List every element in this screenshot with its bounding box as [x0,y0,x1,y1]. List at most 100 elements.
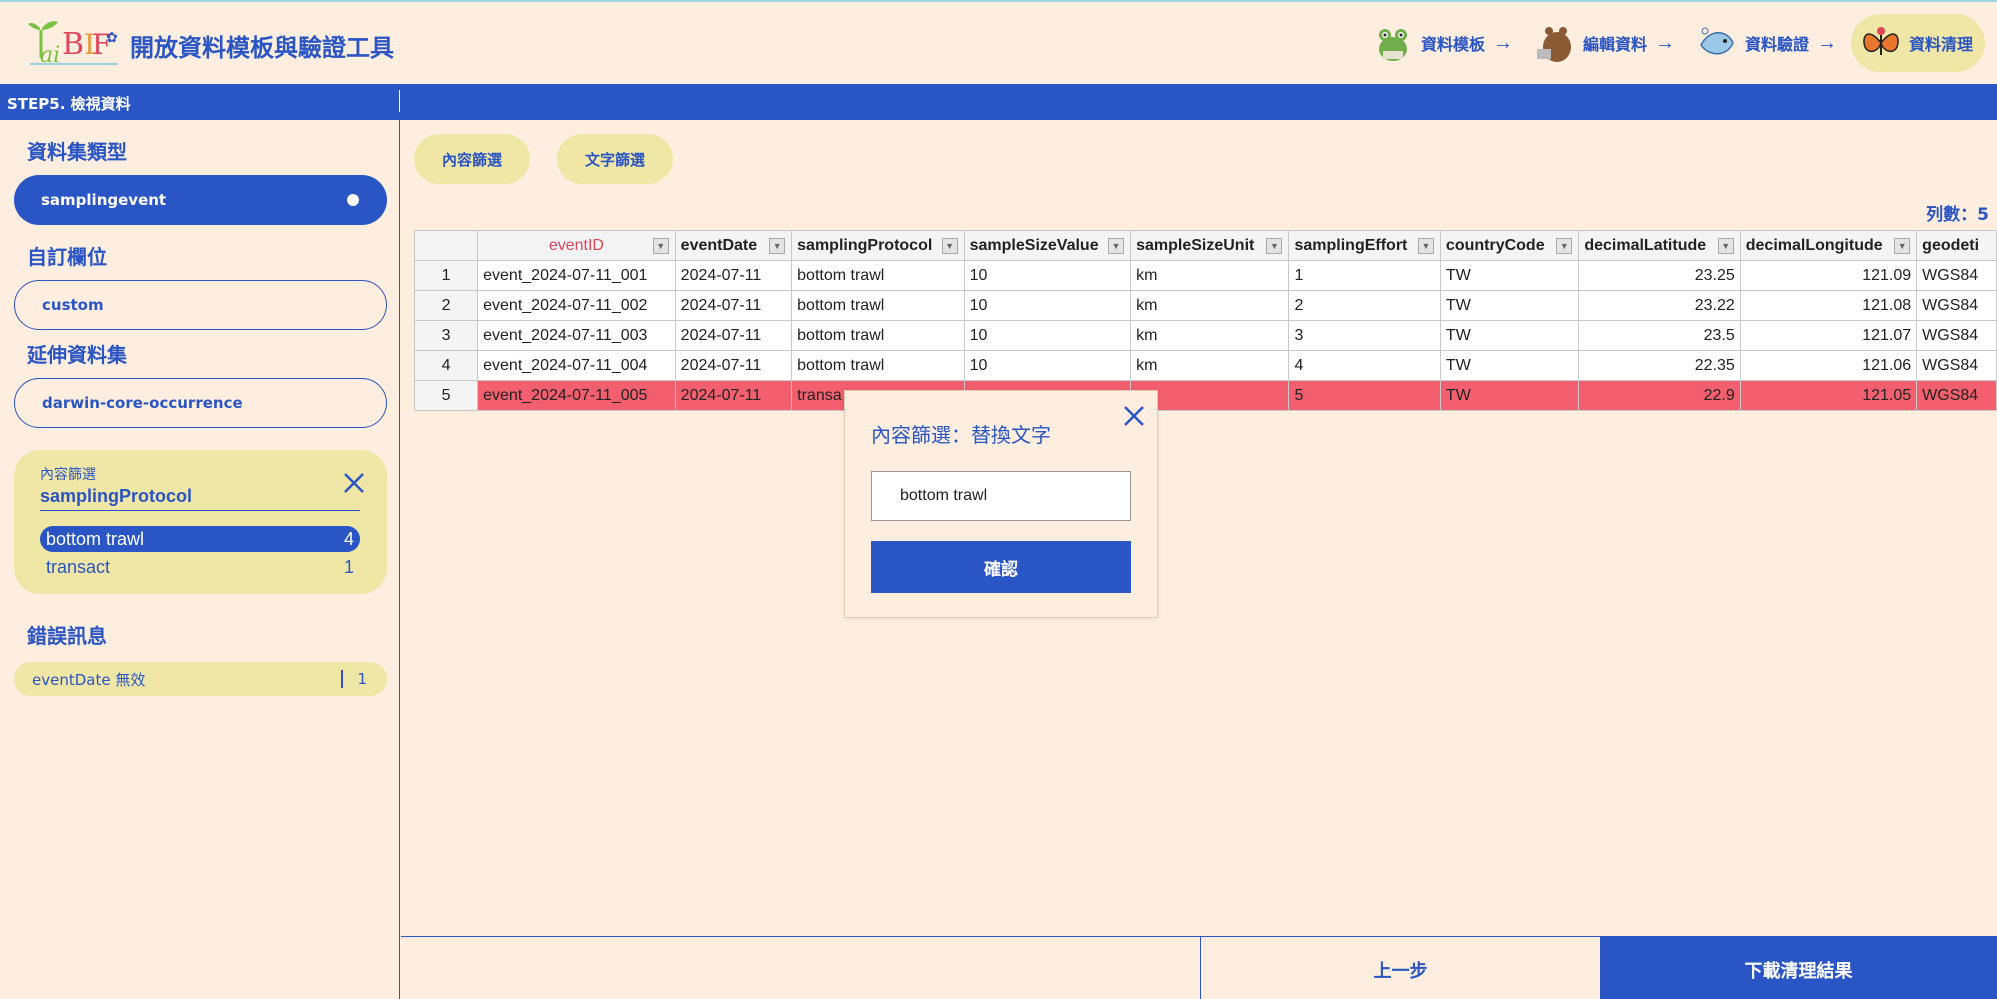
column-header-samplingEffort[interactable]: samplingEffort ▼ [1288,230,1441,261]
filter-option[interactable]: transact 1 [40,554,360,580]
custom-fields-item[interactable]: custom [14,280,387,330]
dropdown-icon[interactable]: ▼ [941,238,958,254]
dropdown-icon[interactable]: ▼ [1717,238,1734,254]
column-header-label: sampleSizeValue [969,236,1099,254]
step-navigation: 資料模板 → 編輯資料 → 資料驗證 → 資料清理 [1365,14,1985,72]
table-cell[interactable]: 22.35 [1578,350,1741,381]
dropdown-icon[interactable]: ▼ [1556,238,1573,254]
row-number-header [413,230,479,261]
table-cell[interactable]: 23.22 [1578,290,1741,321]
column-header-decimalLongitude[interactable]: decimalLongitude ▼ [1739,230,1918,261]
column-header-sampleSizeValue[interactable]: sampleSizeValue ▼ [963,230,1132,261]
step-validate[interactable]: 資料驗證 → [1689,14,1851,72]
dropdown-icon[interactable]: ▼ [1108,238,1125,254]
table-cell[interactable]: km [1130,320,1290,351]
previous-step-button[interactable]: 上一步 [1200,937,1600,999]
table-cell[interactable]: 2024-07-11 [674,380,793,411]
table-cell[interactable]: 1 [1288,260,1441,291]
taibif-logo[interactable]: ai B I F ✿ [26,14,122,70]
table-cell[interactable]: bottom trawl [791,260,965,291]
table-cell[interactable]: 22.9 [1578,380,1741,411]
extension-item[interactable]: darwin-core-occurrence [14,378,387,428]
table-row[interactable]: 2 event_2024-07-11_002 2024-07-11 bottom… [413,290,1997,321]
table-cell[interactable]: 2024-07-11 [674,320,793,351]
dropdown-icon[interactable]: ▼ [1894,238,1911,254]
table-cell[interactable]: bottom trawl [791,290,965,321]
column-header-geodetic[interactable]: geodeti [1916,230,1997,261]
confirm-button[interactable]: 確認 [871,541,1131,593]
table-cell[interactable]: 2024-07-11 [674,260,793,291]
dropdown-icon[interactable]: ▼ [1266,238,1283,254]
table-cell[interactable]: TW [1439,350,1580,381]
column-header-samplingProtocol[interactable]: samplingProtocol ▼ [791,230,965,261]
dataset-type-samplingevent[interactable]: samplingevent [14,175,387,225]
extension-label: darwin-core-occurrence [42,394,243,412]
table-cell[interactable]: km [1130,350,1290,381]
column-header-eventDate[interactable]: eventDate ▼ [674,230,793,261]
table-header-row: eventID ▼ eventDate ▼ samplingProtocol ▼… [413,230,1997,261]
table-cell[interactable]: 121.09 [1739,260,1918,291]
table-cell[interactable]: 121.05 [1739,380,1918,411]
table-row-error[interactable]: 5 event_2024-07-11_005 2024-07-11 transa… [413,380,1997,411]
table-cell[interactable]: WGS84 [1916,260,1997,291]
table-cell[interactable]: 121.07 [1739,320,1918,351]
table-cell[interactable]: bottom trawl [791,320,965,351]
table-cell[interactable]: bottom trawl [791,350,965,381]
table-cell[interactable]: WGS84 [1916,290,1997,321]
replace-text-input[interactable] [871,471,1131,521]
table-cell[interactable]: TW [1439,260,1580,291]
table-cell[interactable]: event_2024-07-11_004 [477,350,676,381]
table-cell[interactable]: 23.25 [1578,260,1741,291]
step-template[interactable]: 資料模板 → [1365,14,1527,72]
table-cell[interactable]: 2 [1288,290,1441,321]
table-cell[interactable]: km [1130,260,1290,291]
table-cell[interactable]: 10 [963,290,1132,321]
table-cell[interactable]: 23.5 [1578,320,1741,351]
table-cell[interactable]: 10 [963,320,1132,351]
app-header: ai B I F ✿ 開放資料模板與驗證工具 資料模板 → 編輯資料 → 資料驗… [0,2,1997,82]
table-cell[interactable]: event_2024-07-11_001 [477,260,676,291]
content-filter-card: 內容篩選 samplingProtocol bottom trawl 4 tra… [14,450,387,594]
table-cell[interactable]: TW [1439,320,1580,351]
table-row[interactable]: 1 event_2024-07-11_001 2024-07-11 bottom… [413,260,1997,291]
table-cell[interactable]: 121.08 [1739,290,1918,321]
table-cell[interactable]: event_2024-07-11_002 [477,290,676,321]
column-header-decimalLatitude[interactable]: decimalLatitude ▼ [1578,230,1741,261]
step-clean[interactable]: 資料清理 [1850,14,1985,72]
table-cell[interactable]: 4 [1288,350,1441,381]
table-cell[interactable]: 5 [1288,380,1441,411]
table-cell[interactable]: km [1130,290,1290,321]
table-cell[interactable]: 10 [963,260,1132,291]
step-label: 資料模板 [1420,35,1485,54]
content-filter-button[interactable]: 內容篩選 [414,134,530,184]
close-icon[interactable] [343,472,365,494]
column-header-eventID[interactable]: eventID ▼ [477,230,676,261]
table-row[interactable]: 3 event_2024-07-11_003 2024-07-11 bottom… [413,320,1997,351]
dropdown-icon[interactable]: ▼ [1417,238,1434,254]
close-icon[interactable] [1123,405,1145,427]
dropdown-icon[interactable]: ▼ [769,238,786,254]
table-cell[interactable]: 10 [963,350,1132,381]
column-header-label: samplingProtocol [797,236,933,254]
table-cell[interactable]: 2024-07-11 [674,290,793,321]
table-cell[interactable]: TW [1439,290,1580,321]
table-cell[interactable]: 2024-07-11 [674,350,793,381]
filter-option[interactable]: bottom trawl 4 [40,526,360,552]
table-cell[interactable]: 3 [1288,320,1441,351]
table-cell[interactable]: WGS84 [1916,380,1997,411]
table-cell[interactable]: 121.06 [1739,350,1918,381]
table-cell[interactable]: TW [1439,380,1580,411]
step-edit[interactable]: 編輯資料 → [1527,14,1689,72]
table-cell[interactable]: event_2024-07-11_005 [477,380,676,411]
download-results-button[interactable]: 下載清理結果 [1600,937,1997,999]
table-cell[interactable]: WGS84 [1916,320,1997,351]
table-row[interactable]: 4 event_2024-07-11_004 2024-07-11 bottom… [413,350,1997,381]
table-cell[interactable]: WGS84 [1916,350,1997,381]
text-filter-button[interactable]: 文字篩選 [557,134,673,184]
table-cell[interactable]: event_2024-07-11_003 [477,320,676,351]
column-header-countryCode[interactable]: countryCode ▼ [1439,230,1580,261]
column-header-sampleSizeUnit[interactable]: sampleSizeUnit ▼ [1130,230,1290,261]
error-item[interactable]: eventDate 無效 1 [14,662,387,696]
dropdown-icon[interactable]: ▼ [652,238,669,254]
filter-field-name: samplingProtocol [40,486,193,506]
